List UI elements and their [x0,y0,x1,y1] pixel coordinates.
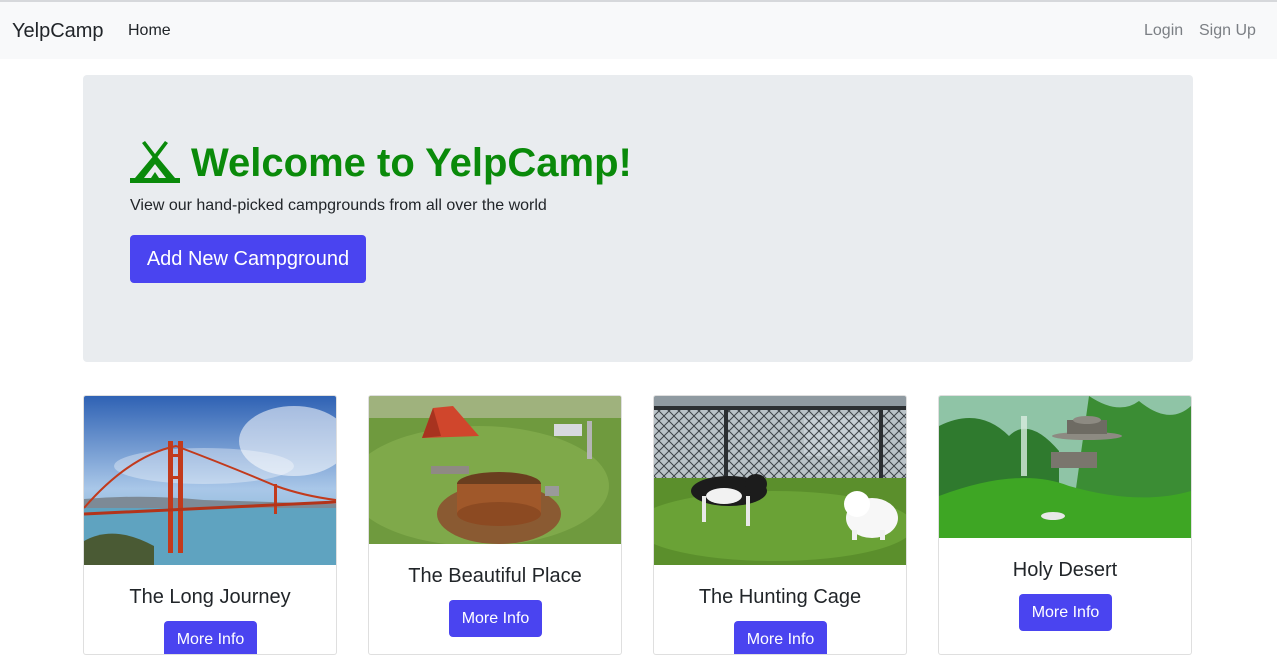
campground-title: The Beautiful Place [408,565,582,587]
campground-title: The Hunting Cage [698,586,862,608]
campground-image [369,396,621,544]
more-info-button[interactable]: More Info [449,600,542,637]
page-title: Welcome to YelpCamp! [191,141,632,185]
campground-card: The Hunting Cage More Info [653,395,907,655]
nav-login-link[interactable]: Login [1144,22,1183,40]
nav-home-link[interactable]: Home [128,22,171,40]
more-info-button[interactable]: More Info [1019,594,1112,631]
campground-image [654,396,906,565]
campground-card: The Long Journey More Info [83,395,337,655]
campground-title: The Long Journey [129,586,291,608]
campground-image [939,396,1191,538]
campground-image [84,396,336,565]
more-info-button[interactable]: More Info [734,621,827,654]
campground-card: The Beautiful Place More Info [368,395,622,655]
add-campground-button[interactable]: Add New Campground [130,235,366,283]
navbar: YelpCamp Home Login Sign Up [0,0,1277,59]
campground-title: Holy Desert [1012,559,1118,581]
more-info-button[interactable]: More Info [164,621,257,654]
brand-link[interactable]: YelpCamp [12,20,104,43]
page-lead: View our hand-picked campgrounds from al… [130,197,547,214]
campground-icon [130,141,180,183]
campground-card: Holy Desert More Info [938,395,1192,655]
nav-signup-link[interactable]: Sign Up [1199,22,1256,40]
jumbotron: Welcome to YelpCamp! View our hand-picke… [83,75,1193,362]
